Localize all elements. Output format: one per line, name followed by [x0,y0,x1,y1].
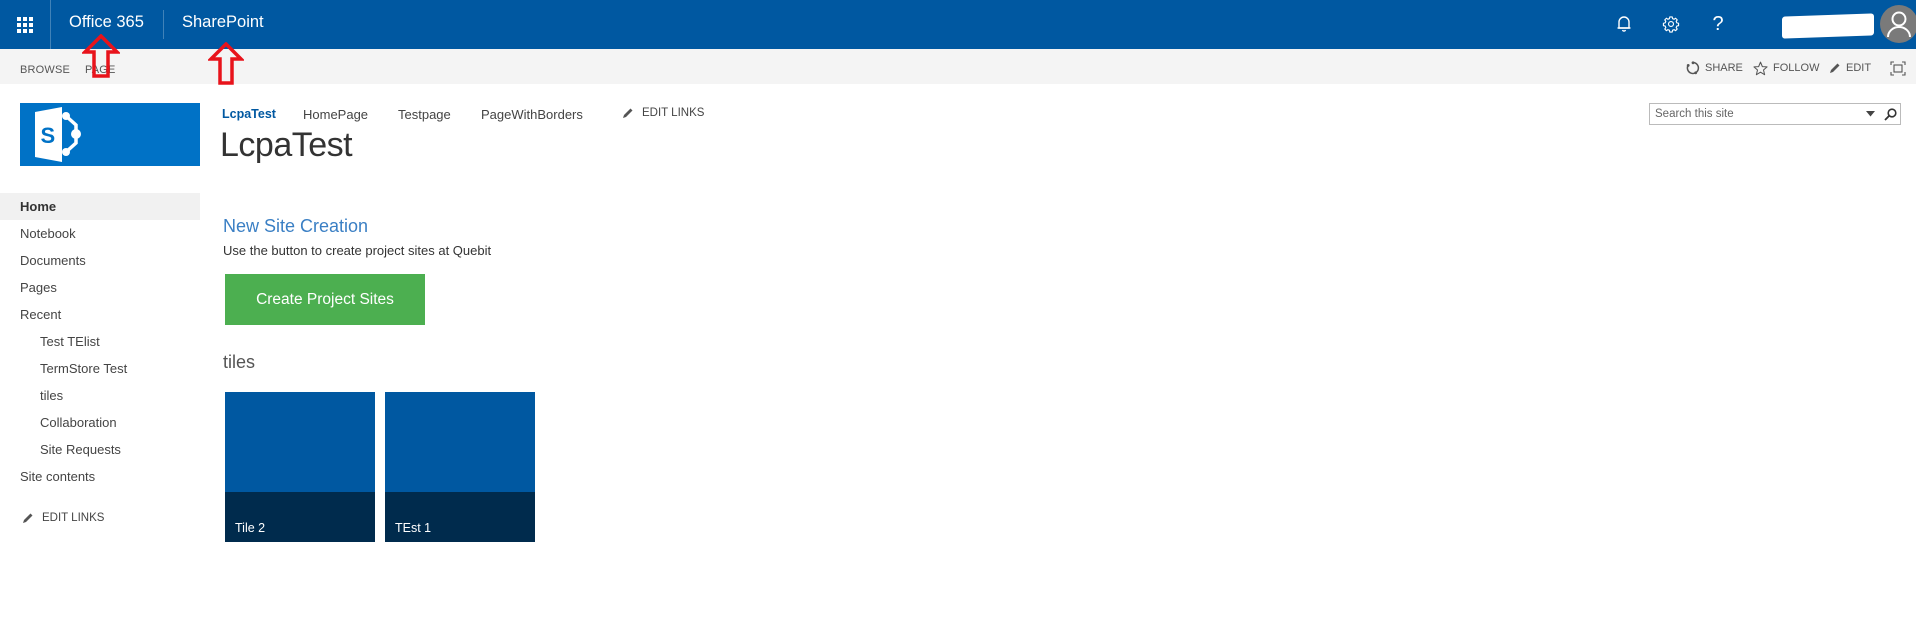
edit-links-label: EDIT LINKS [642,107,705,119]
bell-icon [1617,16,1631,32]
quicklaunch-item-documents[interactable]: Documents [0,247,200,274]
focus-content-icon [1890,60,1906,76]
divider [163,10,164,39]
quicklaunch-item-termstore-test[interactable]: TermStore Test [0,355,200,382]
tile-caption: Tile 2 [225,492,375,542]
quicklaunch-item-collaboration[interactable]: Collaboration [0,409,200,436]
tile-caption: TEst 1 [385,492,535,542]
caret-down-icon [1865,111,1875,117]
tile-title: Tile 2 [235,521,266,535]
site-logo-link[interactable]: S [20,103,200,166]
quicklaunch-item-site-contents[interactable]: Site contents [0,463,200,490]
office-365-brand-link[interactable]: Office 365 [69,13,144,32]
sharepoint-app-link[interactable]: SharePoint [182,13,264,32]
waffle-grid-icon [17,16,33,33]
quicklaunch-item-tiles[interactable]: tiles [0,382,200,409]
help-button[interactable]: ? [1703,9,1733,39]
follow-label: FOLLOW [1773,62,1820,74]
divider [50,0,51,49]
quick-launch: Home Notebook Documents Pages Recent Tes… [0,193,200,490]
star-icon [1753,61,1768,75]
gear-icon [1662,16,1680,33]
search-button[interactable] [1880,104,1900,124]
tiles-heading: tiles [223,352,256,372]
user-avatar-icon [1887,11,1911,38]
create-project-sites-button[interactable]: Create Project Sites [225,274,425,325]
quicklaunch-item-pages[interactable]: Pages [0,274,200,301]
follow-button[interactable]: FOLLOW [1753,59,1819,77]
quicklaunch-item-notebook[interactable]: Notebook [0,220,200,247]
topnav-edit-links-button[interactable]: EDIT LINKS [622,107,704,119]
sharepoint-logo-icon: S [35,107,81,162]
user-avatar-button[interactable] [1880,5,1916,43]
focus-on-content-button[interactable] [1890,59,1911,77]
topnav-item-homepage[interactable]: HomePage [303,107,368,122]
quicklaunch-item-site-requests[interactable]: Site Requests [0,436,200,463]
pencil-icon [623,108,633,118]
share-icon [1686,61,1700,75]
topnav-item-testpage[interactable]: Testpage [398,107,451,122]
notifications-button[interactable] [1609,9,1639,39]
search-scope-dropdown[interactable] [1862,104,1878,124]
share-button[interactable]: SHARE [1686,59,1743,77]
share-label: SHARE [1705,62,1743,74]
quicklaunch-item-test-telist[interactable]: Test TElist [0,328,200,355]
pencil-icon [23,513,33,523]
quicklaunch-item-home[interactable]: Home [0,193,200,220]
topnav-item-lcpatest[interactable]: LcpaTest [222,107,276,121]
quicklaunch-item-recent[interactable]: Recent [0,301,200,328]
new-site-creation-heading: New Site Creation [223,216,369,236]
svg-text:S: S [41,123,56,148]
app-launcher-button[interactable] [0,0,50,49]
tile-title: TEst 1 [395,521,432,535]
search-icon [1883,107,1897,121]
help-icon: ? [1712,12,1724,35]
ribbon-tab-page[interactable]: PAGE [85,64,116,76]
quicklaunch-edit-links-button[interactable]: EDIT LINKS [22,512,104,524]
new-site-creation-description: Use the button to create project sites a… [223,243,492,258]
user-name-redacted [1782,13,1874,39]
tile-item[interactable]: TEst 1 [385,392,535,542]
settings-button[interactable] [1656,9,1686,39]
site-title: LcpaTest [220,126,353,164]
topnav-item-pagewithborders[interactable]: PageWithBorders [481,107,583,122]
edit-links-label: EDIT LINKS [42,512,105,524]
edit-label: EDIT [1846,62,1872,74]
pencil-icon [1830,63,1840,73]
suite-bar: Office 365 SharePoint ? [0,0,1916,49]
edit-button[interactable]: EDIT [1829,59,1871,77]
search-input[interactable] [1650,104,1855,124]
ribbon-tab-browse[interactable]: BROWSE [20,64,70,76]
search-box [1649,103,1901,125]
ribbon-bar: BROWSE PAGE SHARE FOLLOW EDIT [0,49,1916,84]
tile-item[interactable]: Tile 2 [225,392,375,542]
